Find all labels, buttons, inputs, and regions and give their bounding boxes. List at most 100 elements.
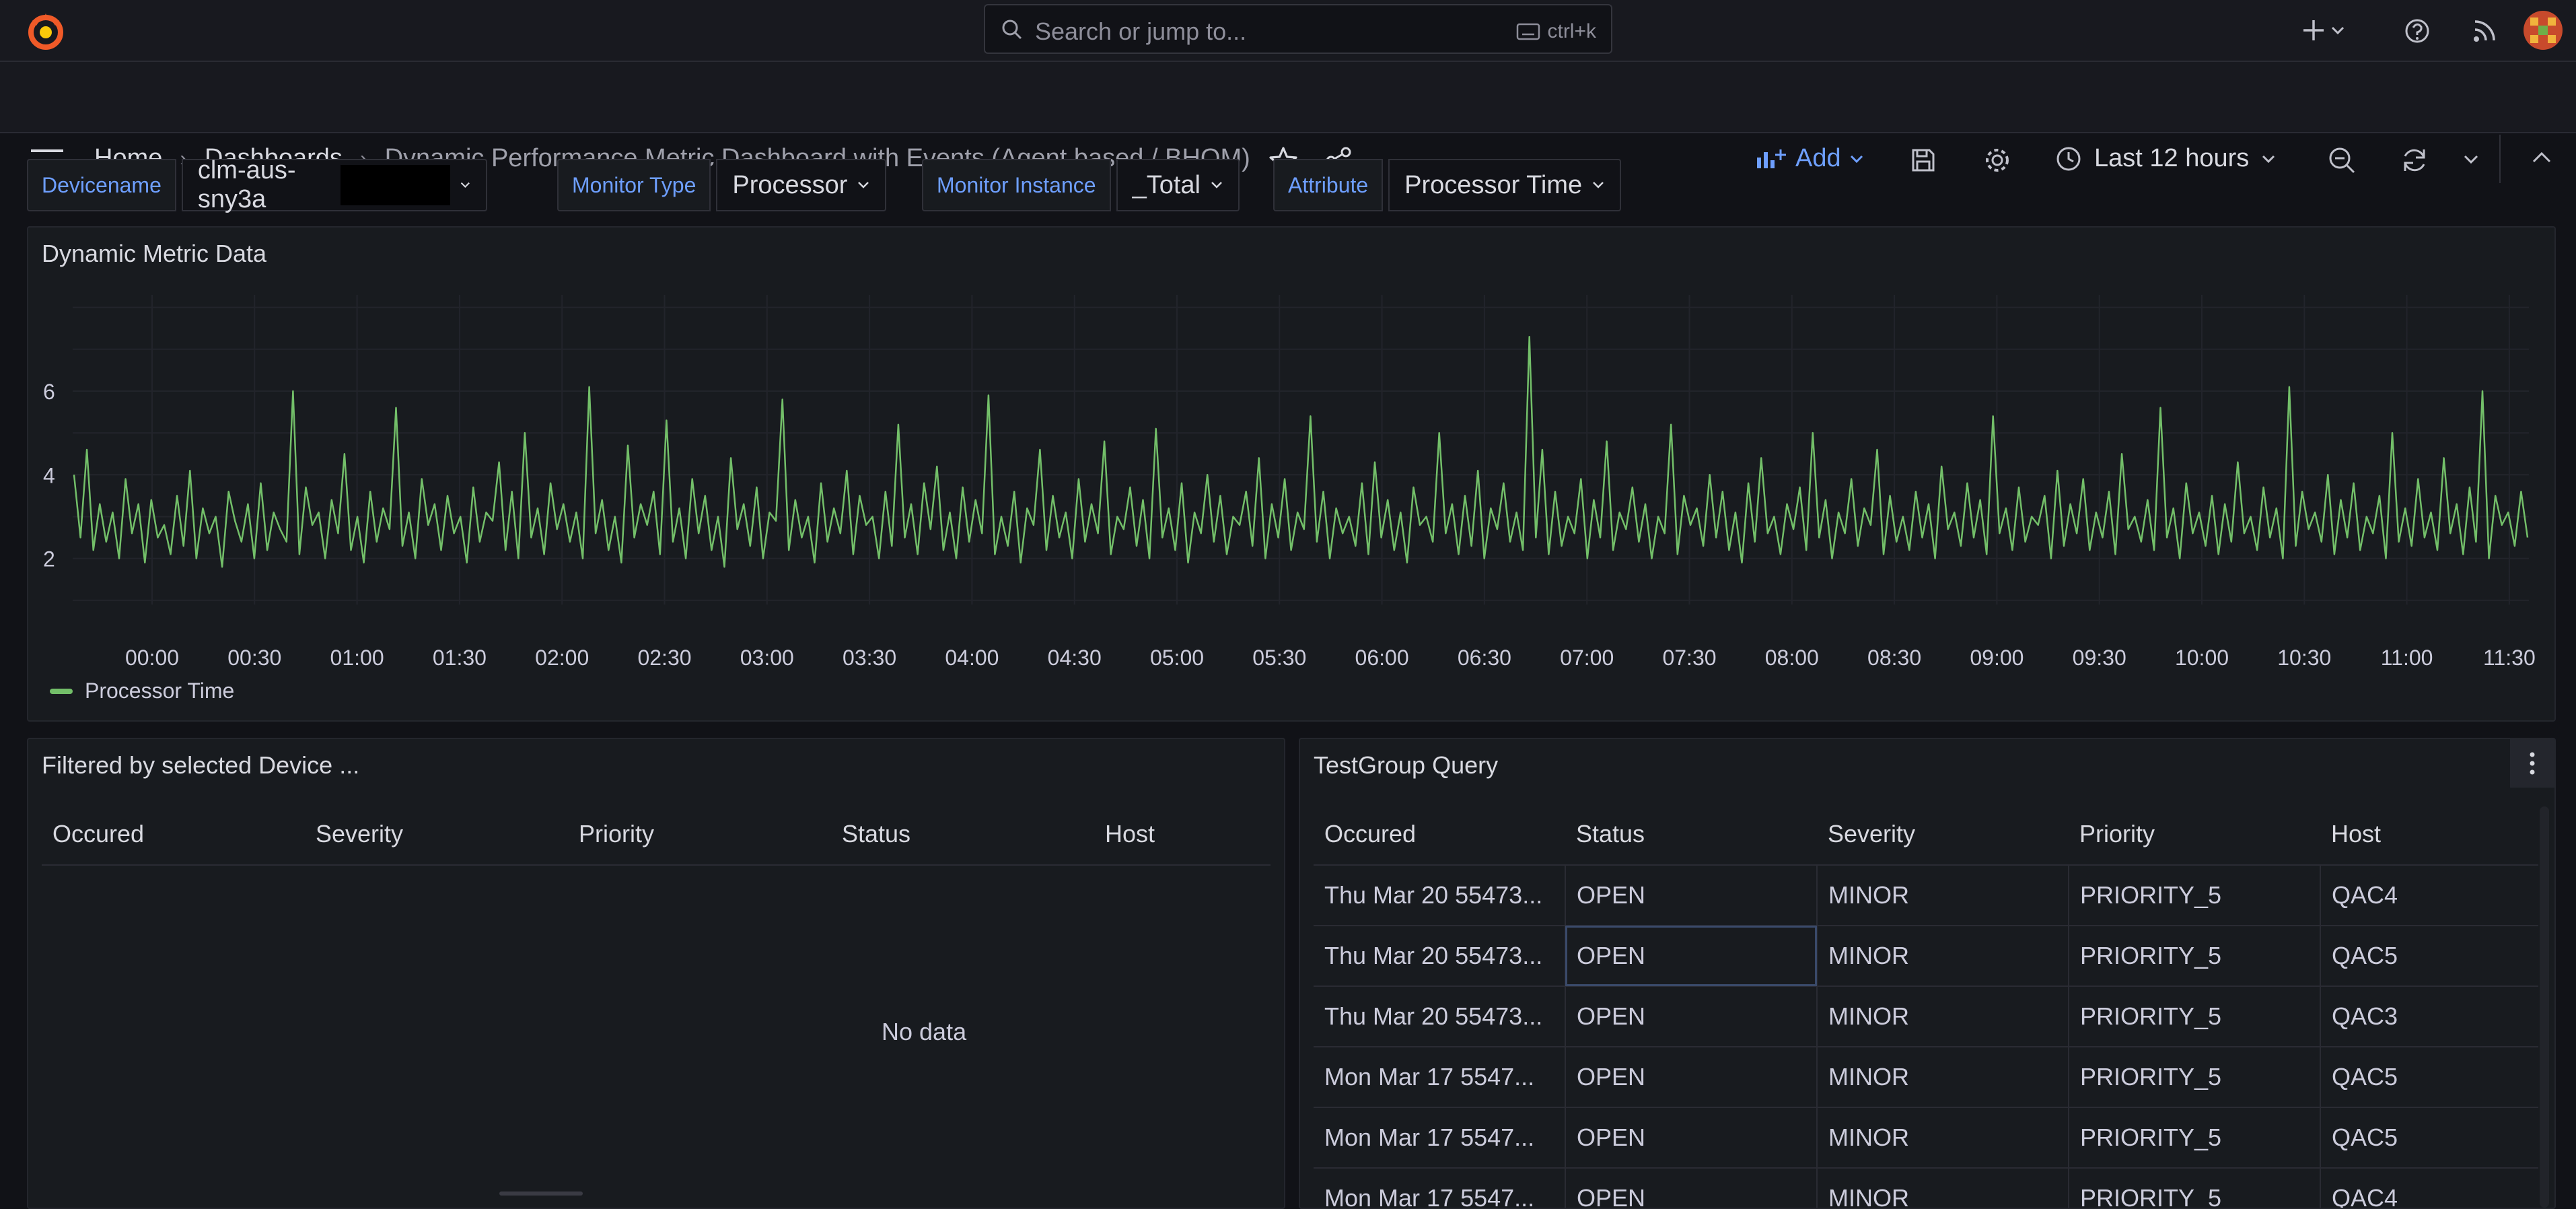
cell-status: OPEN bbox=[1565, 865, 1818, 926]
cell-occured: Thu Mar 20 55473... bbox=[1314, 865, 1566, 926]
column-header-priority[interactable]: Priority bbox=[2069, 804, 2320, 866]
x-tick-label: 03:30 bbox=[843, 646, 896, 670]
search-shortcut: ctrl+k bbox=[1547, 20, 1596, 42]
column-header-host[interactable]: Host bbox=[1094, 804, 1271, 866]
variable-monitor-instance: Monitor Instance _Total bbox=[922, 159, 1240, 211]
x-tick-label: 06:00 bbox=[1355, 646, 1409, 670]
x-tick-label: 05:00 bbox=[1150, 646, 1204, 670]
column-header-severity[interactable]: Severity bbox=[305, 804, 568, 866]
cell-host: QAC4 bbox=[2320, 865, 2538, 926]
toolbar-divider bbox=[2499, 135, 2501, 183]
table-row[interactable]: Thu Mar 20 55473... OPEN MINOR PRIORITY_5 QA… bbox=[1314, 926, 2538, 987]
time-range-picker[interactable]: Last 12 hours bbox=[2055, 144, 2276, 173]
news-feed-icon[interactable] bbox=[2471, 18, 2498, 44]
table-row[interactable]: Mon Mar 17 5547... OPEN MINOR PRIORITY_5 QAC… bbox=[1314, 1107, 2538, 1169]
x-tick-label: 04:00 bbox=[945, 646, 999, 670]
table-row[interactable]: Mon Mar 17 5547... OPEN MINOR PRIORITY_5 QAC… bbox=[1314, 1168, 2538, 1208]
x-tick-label: 00:30 bbox=[227, 646, 281, 670]
legend-label: Processor Time bbox=[85, 679, 235, 703]
x-tick-label: 02:30 bbox=[637, 646, 691, 670]
grafana-logo-icon[interactable] bbox=[26, 11, 66, 51]
kebab-menu-icon bbox=[2530, 752, 2535, 775]
dynamic-metric-chart-panel: Dynamic Metric Data 00:00 00:30 01:00 01:30… bbox=[27, 226, 2556, 722]
x-tick-label: 10:00 bbox=[2175, 646, 2229, 670]
y-tick-label: 4 bbox=[43, 463, 55, 487]
user-avatar[interactable] bbox=[2524, 11, 2563, 50]
legend-swatch bbox=[50, 688, 73, 694]
help-icon[interactable] bbox=[2404, 18, 2431, 44]
chart-legend[interactable]: Processor Time bbox=[50, 679, 234, 703]
zoom-out-icon[interactable] bbox=[2327, 145, 2357, 175]
variable-label: Attribute bbox=[1273, 159, 1384, 211]
plus-dropdown-icon[interactable] bbox=[2301, 18, 2347, 43]
cell-host: QAC5 bbox=[2320, 1107, 2538, 1169]
resize-handle[interactable] bbox=[499, 1191, 583, 1196]
filtered-events-panel: Filtered by selected Device ... Occured … bbox=[27, 738, 1285, 1209]
chevron-down-icon bbox=[858, 182, 869, 188]
series-line-processor-time[interactable] bbox=[73, 335, 2529, 568]
cell-host: QAC5 bbox=[2320, 926, 2538, 987]
cell-host: QAC4 bbox=[2320, 1168, 2538, 1208]
column-header-host[interactable]: Host bbox=[2320, 804, 2538, 866]
devicename-select[interactable]: clm-aus-sny3a bbox=[181, 156, 487, 213]
chevron-down-icon bbox=[460, 182, 470, 188]
variable-label: Monitor Instance bbox=[922, 159, 1111, 211]
cell-priority: PRIORITY_5 bbox=[2069, 1107, 2321, 1169]
testgroup-events-table: Occured Status Severity Priority Host Th… bbox=[1314, 804, 2538, 1208]
table-row[interactable]: Thu Mar 20 55473... OPEN MINOR PRIORITY_5 QA… bbox=[1314, 986, 2538, 1047]
redacted-block bbox=[340, 165, 451, 205]
column-header-status[interactable]: Status bbox=[1565, 804, 1817, 866]
search-placeholder: Search or jump to... bbox=[1035, 18, 1247, 45]
cell-priority: PRIORITY_5 bbox=[2069, 865, 2321, 926]
settings-gear-icon[interactable] bbox=[1982, 145, 2012, 175]
add-button[interactable]: Add bbox=[1755, 144, 1864, 173]
top-bar: Search or jump to... ctrl+k bbox=[0, 0, 2576, 62]
cell-priority: PRIORITY_5 bbox=[2069, 1047, 2321, 1108]
y-tick-label: 2 bbox=[43, 547, 55, 572]
x-tick-label: 07:30 bbox=[1662, 646, 1716, 670]
column-header-severity[interactable]: Severity bbox=[1817, 804, 2069, 866]
refresh-icon[interactable] bbox=[2400, 145, 2429, 175]
cell-priority: PRIORITY_5 bbox=[2069, 1168, 2321, 1208]
panel-title: Filtered by selected Device ... bbox=[42, 751, 360, 779]
x-tick-label: 05:30 bbox=[1252, 646, 1306, 670]
cell-priority: PRIORITY_5 bbox=[2069, 926, 2321, 987]
table-row[interactable]: Thu Mar 20 55473... OPEN MINOR PRIORITY_5 QA… bbox=[1314, 865, 2538, 926]
table-row[interactable]: Mon Mar 17 5547... OPEN MINOR PRIORITY_5 QAC… bbox=[1314, 1047, 2538, 1108]
variable-value: _Total bbox=[1132, 170, 1201, 199]
attribute-select[interactable]: Processor Time bbox=[1388, 159, 1622, 211]
search-input[interactable]: Search or jump to... ctrl+k bbox=[984, 4, 1612, 54]
cell-occured: Mon Mar 17 5547... bbox=[1314, 1168, 1566, 1208]
cell-severity: MINOR bbox=[1817, 986, 2069, 1047]
save-dashboard-icon[interactable] bbox=[1910, 147, 1937, 174]
monitor-instance-select[interactable]: _Total bbox=[1116, 159, 1240, 211]
y-tick-label: 6 bbox=[43, 380, 55, 404]
chevron-down-icon bbox=[1850, 155, 1863, 163]
cell-severity: MINOR bbox=[1817, 1107, 2069, 1169]
x-tick-label: 09:00 bbox=[1970, 646, 2024, 670]
column-header-status[interactable]: Status bbox=[831, 804, 1094, 866]
refresh-interval-chevron-icon[interactable] bbox=[2463, 153, 2479, 166]
line-chart[interactable]: 00:00 00:30 01:00 01:30 02:00 02:30 03:00 03:30… bbox=[28, 228, 2554, 672]
monitor-type-select[interactable]: Processor bbox=[716, 159, 887, 211]
time-range-label: Last 12 hours bbox=[2094, 144, 2250, 172]
column-header-occured[interactable]: Occured bbox=[1314, 804, 1565, 866]
cell-priority: PRIORITY_5 bbox=[2069, 986, 2321, 1047]
chevron-down-icon bbox=[1211, 182, 1222, 188]
x-tick-label: 00:00 bbox=[125, 646, 179, 670]
cell-status: OPEN bbox=[1565, 986, 1818, 1047]
column-header-occured[interactable]: Occured bbox=[42, 804, 305, 866]
cell-occured: Mon Mar 17 5547... bbox=[1314, 1047, 1566, 1108]
cell-status: OPEN bbox=[1565, 1107, 1818, 1169]
x-tick-label: 01:00 bbox=[330, 646, 384, 670]
collapse-chevron-up-icon[interactable] bbox=[2532, 151, 2552, 164]
table-scrollbar[interactable] bbox=[2540, 806, 2549, 1208]
add-panel-icon bbox=[1757, 149, 1786, 168]
x-tick-label: 08:30 bbox=[1867, 646, 1921, 670]
column-header-priority[interactable]: Priority bbox=[568, 804, 831, 866]
variable-devicename: Devicename clm-aus-sny3a bbox=[27, 156, 487, 213]
cell-host: QAC5 bbox=[2320, 1047, 2538, 1108]
panel-title: TestGroup Query bbox=[1314, 751, 1499, 779]
panel-menu-button[interactable] bbox=[2510, 739, 2554, 788]
x-tick-label: 02:00 bbox=[535, 646, 589, 670]
